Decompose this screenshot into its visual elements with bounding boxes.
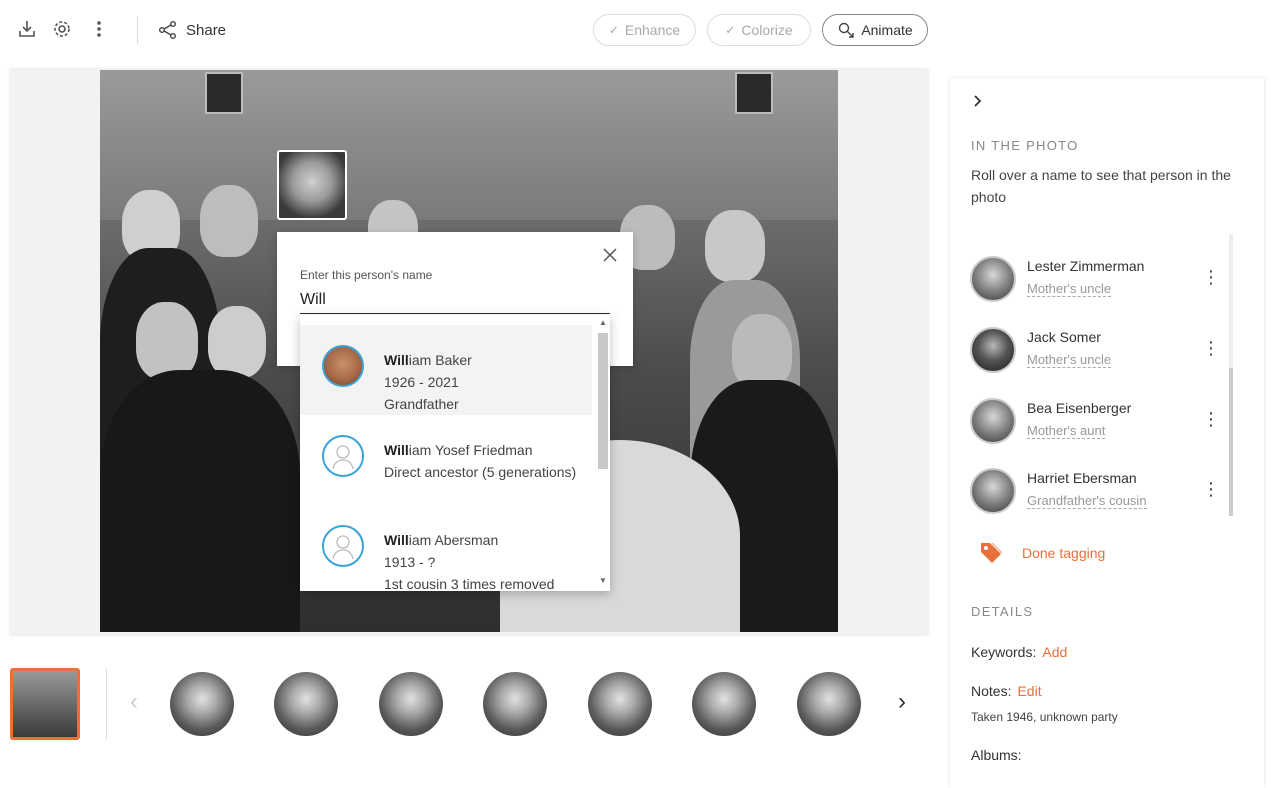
keywords-row: Keywords: Add bbox=[971, 644, 1067, 660]
suggestion-name: William Baker bbox=[384, 352, 472, 368]
face-thumbnail[interactable] bbox=[797, 672, 861, 736]
person-name: Jack Somer bbox=[1027, 329, 1101, 345]
person-placeholder-icon bbox=[322, 435, 364, 477]
person-name-input[interactable] bbox=[300, 286, 610, 314]
more-vertical-icon[interactable]: ⋮ bbox=[1202, 478, 1220, 500]
in-photo-description: Roll over a name to see that person in t… bbox=[971, 167, 1231, 205]
tagged-person-row[interactable]: Harriet Ebersman Grandfather's cousin ⋮ bbox=[970, 468, 1220, 524]
face-thumbnail[interactable] bbox=[379, 672, 443, 736]
chevron-left-icon[interactable]: ‹ bbox=[122, 688, 146, 716]
photo-lamp bbox=[735, 72, 773, 114]
photo-person-body bbox=[100, 370, 300, 632]
suggestion-dates: 1913 - ? bbox=[384, 554, 436, 570]
toolbar: Share ✓ Enhance ✓ Colorize Animate bbox=[0, 0, 940, 60]
share-icon bbox=[159, 21, 176, 39]
suggestion-name: William Yosef Friedman bbox=[384, 442, 533, 458]
person-name: Lester Zimmerman bbox=[1027, 258, 1145, 274]
animate-button[interactable]: Animate bbox=[822, 14, 928, 46]
photo-thumbnail-selected[interactable] bbox=[10, 668, 80, 740]
name-suggestions-list: William Baker 1926 - 2021 Grandfather Wi… bbox=[300, 315, 610, 591]
person-relation[interactable]: Mother's uncle bbox=[1027, 281, 1112, 297]
animate-label: Animate bbox=[861, 22, 913, 38]
download-icon[interactable] bbox=[16, 18, 38, 40]
face-thumbnail[interactable] bbox=[483, 672, 547, 736]
photo-person bbox=[705, 210, 765, 282]
done-tagging-button[interactable]: Done tagging bbox=[978, 540, 1105, 566]
side-panel: IN THE PHOTO Roll over a name to see tha… bbox=[950, 78, 1264, 788]
suggestion-relation: Direct ancestor (5 generations) bbox=[384, 464, 577, 480]
suggestion-relation: Grandfather bbox=[384, 396, 459, 412]
colorize-button[interactable]: ✓ Colorize bbox=[707, 14, 811, 46]
person-name: Harriet Ebersman bbox=[1027, 470, 1137, 486]
name-field-label: Enter this person's name bbox=[300, 268, 433, 282]
albums-label: Albums: bbox=[971, 747, 1022, 763]
face-thumbnail[interactable] bbox=[274, 672, 338, 736]
in-photo-heading: IN THE PHOTO bbox=[971, 138, 1079, 153]
photo-person bbox=[136, 302, 198, 380]
person-relation[interactable]: Mother's uncle bbox=[1027, 352, 1112, 368]
scroll-down-icon[interactable]: ▼ bbox=[598, 575, 608, 587]
photo-lamp bbox=[205, 72, 243, 114]
edit-notes-link[interactable]: Edit bbox=[1017, 683, 1041, 699]
filmstrip-divider bbox=[106, 668, 107, 740]
chevron-right-icon[interactable]: › bbox=[890, 688, 914, 716]
close-icon[interactable] bbox=[599, 244, 621, 266]
tagged-person-row[interactable]: Jack Somer Mother's uncle ⋮ bbox=[970, 327, 1220, 383]
scroll-thumb[interactable] bbox=[598, 333, 608, 469]
keywords-label: Keywords: bbox=[971, 644, 1037, 660]
notes-text: Taken 1946, unknown party bbox=[971, 710, 1118, 724]
details-heading: DETAILS bbox=[971, 604, 1034, 619]
suggestions-scrollbar[interactable]: ▲ ▼ bbox=[596, 317, 608, 589]
more-vertical-icon[interactable] bbox=[88, 18, 110, 40]
face-thumbnail[interactable] bbox=[588, 672, 652, 736]
share-label: Share bbox=[186, 21, 227, 39]
notes-label: Notes: bbox=[971, 683, 1012, 699]
person-placeholder-icon bbox=[322, 525, 364, 567]
chevron-right-icon[interactable] bbox=[970, 94, 990, 114]
suggestion-relation: 1st cousin 3 times removed bbox=[384, 576, 555, 591]
scroll-up-icon[interactable]: ▲ bbox=[598, 317, 608, 329]
avatar bbox=[970, 327, 1016, 373]
more-vertical-icon[interactable]: ⋮ bbox=[1202, 408, 1220, 430]
photo-person bbox=[208, 306, 266, 378]
more-vertical-icon[interactable]: ⋮ bbox=[1202, 266, 1220, 288]
gear-icon[interactable] bbox=[51, 18, 73, 40]
tagged-person-row[interactable]: Bea Eisenberger Mother's aunt ⋮ bbox=[970, 398, 1220, 454]
face-thumbnail[interactable] bbox=[692, 672, 756, 736]
add-keywords-link[interactable]: Add bbox=[1042, 644, 1067, 660]
share-button[interactable]: Share bbox=[158, 18, 226, 42]
photo-person bbox=[732, 314, 792, 390]
animate-icon bbox=[839, 22, 855, 38]
avatar bbox=[322, 345, 364, 387]
enhance-button[interactable]: ✓ Enhance bbox=[593, 14, 696, 46]
check-icon: ✓ bbox=[608, 23, 619, 37]
avatar bbox=[970, 398, 1016, 444]
colorize-label: Colorize bbox=[741, 22, 793, 38]
suggestion-name: William Abersman bbox=[384, 532, 499, 548]
person-relation[interactable]: Mother's aunt bbox=[1027, 423, 1106, 439]
person-name: Bea Eisenberger bbox=[1027, 400, 1132, 416]
more-vertical-icon[interactable]: ⋮ bbox=[1202, 337, 1220, 359]
avatar bbox=[970, 256, 1016, 302]
enhance-label: Enhance bbox=[624, 22, 681, 38]
face-tag-box[interactable] bbox=[277, 150, 347, 220]
tagged-person-row[interactable]: Lester Zimmerman Mother's uncle ⋮ bbox=[970, 256, 1220, 312]
scroll-thumb[interactable] bbox=[1229, 368, 1233, 516]
tag-icon bbox=[981, 542, 1003, 563]
face-thumbnail[interactable] bbox=[170, 672, 234, 736]
done-tagging-label: Done tagging bbox=[1022, 545, 1106, 561]
suggestion-item[interactable]: William Baker 1926 - 2021 Grandfather bbox=[300, 325, 592, 415]
suggestion-dates: 1926 - 2021 bbox=[384, 374, 459, 390]
person-relation[interactable]: Grandfather's cousin bbox=[1027, 493, 1147, 509]
notes-row: Notes: Edit bbox=[971, 683, 1042, 699]
avatar bbox=[970, 468, 1016, 514]
suggestion-item[interactable]: William Abersman 1913 - ? 1st cousin 3 t… bbox=[300, 505, 592, 591]
panel-scrollbar[interactable] bbox=[1229, 234, 1233, 516]
photo-person bbox=[200, 185, 258, 257]
check-icon: ✓ bbox=[725, 23, 736, 37]
suggestion-item[interactable]: William Yosef Friedman Direct ancestor (… bbox=[300, 415, 592, 505]
toolbar-divider bbox=[137, 16, 138, 44]
